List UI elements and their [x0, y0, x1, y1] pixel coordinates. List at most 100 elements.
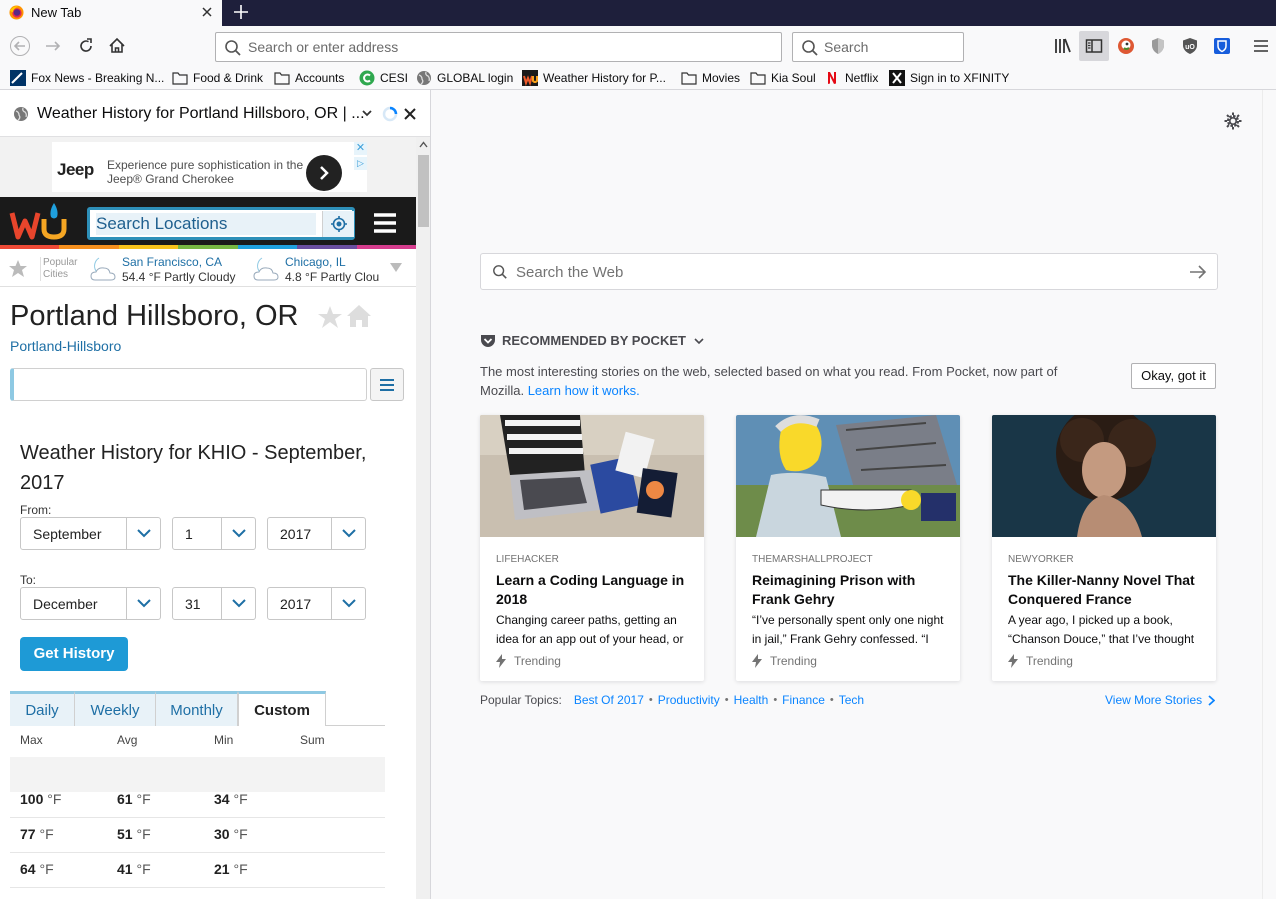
chevron-down-icon — [137, 529, 151, 538]
duckduckgo-icon[interactable] — [1116, 36, 1136, 56]
to-label: To: — [20, 573, 37, 587]
adchoices-icon[interactable]: ▷ — [354, 157, 367, 170]
home-icon[interactable] — [346, 304, 372, 328]
to-year-select[interactable]: 2017 — [267, 587, 366, 620]
tab-weekly[interactable]: Weekly — [75, 691, 156, 726]
bookmark-xfinity[interactable]: Sign in to XFINITY — [889, 69, 1009, 87]
topic-link[interactable]: Finance — [782, 693, 825, 707]
to-month-select[interactable]: December — [20, 587, 161, 620]
row-divider — [10, 852, 385, 853]
search-icon — [802, 40, 818, 56]
from-year-select[interactable]: 2017 — [267, 517, 366, 550]
search-icon — [225, 40, 241, 56]
to-day-select[interactable]: 31 — [172, 587, 256, 620]
tab-new-tab[interactable]: New Tab — [0, 0, 222, 26]
web-search-input[interactable] — [516, 263, 1166, 281]
topic-link[interactable]: Tech — [839, 693, 864, 707]
ublock-icon[interactable]: uO — [1180, 36, 1200, 56]
bookmark-weather-history[interactable]: Weather History for P... — [522, 69, 666, 87]
jeep-ad[interactable]: Jeep Experience pure sophistication in t… — [52, 142, 367, 192]
sidebar-scrollbar[interactable] — [416, 137, 430, 899]
chevron-down-icon[interactable] — [389, 261, 403, 273]
reload-icon[interactable] — [76, 36, 96, 56]
view-more-stories-link[interactable]: View More Stories — [1105, 693, 1216, 707]
hamburger-menu-icon[interactable] — [373, 212, 397, 234]
story-source: THEMARSHALLPROJECT — [752, 554, 873, 565]
back-icon[interactable] — [10, 36, 30, 56]
column-header-sum: Sum — [300, 733, 325, 747]
star-icon[interactable] — [317, 305, 343, 329]
chevron-right-icon — [320, 166, 329, 180]
globe-icon — [417, 71, 431, 85]
chevron-down-icon[interactable] — [361, 107, 373, 119]
city-chicago[interactable]: Chicago, IL 4.8 °F Partly Clou — [252, 253, 382, 283]
tab-daily[interactable]: Daily — [10, 691, 75, 726]
pocket-section-header[interactable]: RECOMMENDED BY POCKET — [480, 333, 704, 348]
tab-monthly[interactable]: Monthly — [156, 691, 238, 726]
fox-news-icon — [10, 70, 26, 86]
topic-link[interactable]: Health — [734, 693, 769, 707]
ad-close-button[interactable]: ✕ — [354, 142, 367, 155]
learn-how-link[interactable]: Learn how it works. — [528, 383, 640, 398]
bookmark-fox-news[interactable]: Fox News - Breaking N... — [10, 69, 164, 87]
folder-icon — [681, 72, 697, 85]
search-input[interactable] — [824, 38, 954, 56]
bookmark-cesi[interactable]: CESI — [359, 69, 408, 87]
bookmark-kia-soul[interactable]: Kia Soul — [750, 69, 816, 87]
folder-icon — [750, 72, 766, 85]
get-history-button[interactable]: Get History — [20, 637, 128, 671]
history-search-field[interactable] — [10, 368, 367, 401]
gear-icon[interactable] — [1224, 112, 1242, 130]
scroll-thumb[interactable] — [418, 155, 429, 227]
home-icon[interactable] — [107, 36, 127, 56]
new-tab-icon[interactable] — [231, 2, 251, 22]
bookmark-global-login[interactable]: GLOBAL login — [416, 69, 513, 87]
bookmark-accounts[interactable]: Accounts — [274, 69, 344, 87]
sidebar-title[interactable]: Weather History for Portland Hillsboro, … — [37, 105, 365, 123]
close-icon[interactable] — [402, 106, 418, 122]
page-scrollbar[interactable] — [1262, 90, 1276, 899]
partly-cloudy-icon — [90, 257, 116, 281]
table-cell-max: 100 °F — [20, 791, 62, 807]
url-input[interactable] — [248, 38, 768, 56]
ad-go-button[interactable] — [306, 155, 342, 191]
library-icon[interactable] — [1053, 36, 1073, 56]
bookmark-food-drink[interactable]: Food & Drink — [172, 69, 263, 87]
topic-link[interactable]: Productivity — [658, 693, 720, 707]
bookmark-movies[interactable]: Movies — [681, 69, 740, 87]
chevron-down-icon — [342, 599, 356, 608]
wu-logo[interactable] — [9, 201, 69, 243]
story-card[interactable]: NEWYORKER The Killer-Nanny Novel That Co… — [992, 415, 1216, 681]
wu-search-input[interactable] — [96, 213, 316, 235]
from-day-select[interactable]: 1 — [172, 517, 256, 550]
scroll-up-icon[interactable] — [419, 141, 428, 148]
wu-search-box[interactable] — [87, 207, 355, 240]
pocket-description: The most interesting stories on the web,… — [480, 364, 1058, 398]
column-header-avg: Avg — [117, 733, 138, 747]
okay-got-it-button[interactable]: Okay, got it — [1131, 363, 1216, 389]
location-station-link[interactable]: Portland-Hillsboro — [10, 338, 121, 354]
history-list-button[interactable] — [370, 368, 404, 401]
url-bar[interactable] — [215, 32, 782, 62]
topic-link[interactable]: Best Of 2017 — [574, 693, 644, 707]
from-month-select[interactable]: September — [20, 517, 161, 550]
bookmark-netflix[interactable]: Netflix — [824, 69, 878, 87]
search-bar[interactable] — [792, 32, 964, 62]
table-cell-avg: 51 °F — [117, 826, 151, 842]
locate-button[interactable] — [322, 211, 354, 237]
weather-page: Jeep Experience pure sophistication in t… — [0, 137, 416, 899]
forward-icon[interactable] — [43, 36, 63, 56]
star-icon[interactable] — [8, 259, 28, 278]
web-search-box[interactable] — [480, 253, 1218, 290]
tab-custom[interactable]: Custom — [238, 691, 326, 726]
menu-icon[interactable] — [1251, 36, 1271, 56]
story-card[interactable]: LIFEHACKER Learn a Coding Language in 20… — [480, 415, 704, 681]
shield-icon[interactable] — [1148, 36, 1168, 56]
sidebar-toggle-button[interactable] — [1079, 31, 1109, 61]
arrow-right-icon[interactable] — [1189, 264, 1207, 280]
story-card[interactable]: THEMARSHALLPROJECT Reimagining Prison wi… — [736, 415, 960, 681]
city-san-francisco[interactable]: San Francisco, CA 54.4 °F Partly Cloudy — [89, 253, 239, 284]
bitwarden-icon[interactable] — [1212, 36, 1232, 56]
story-trending: Trending — [496, 654, 561, 668]
close-tab-icon[interactable] — [199, 4, 215, 20]
